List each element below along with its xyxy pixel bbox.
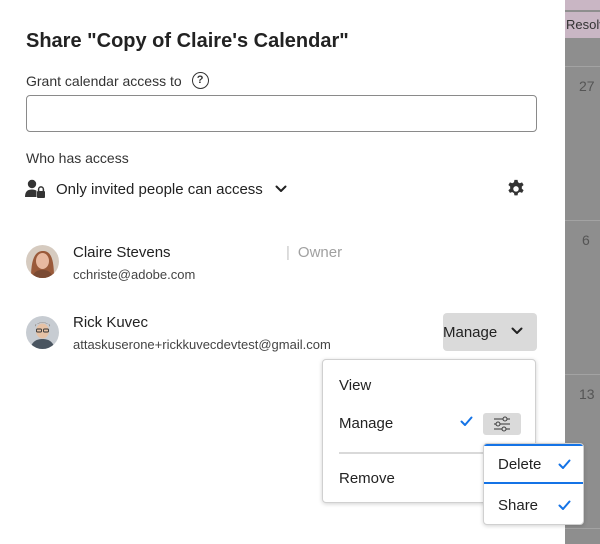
owner-label: Owner <box>297 244 343 261</box>
calendar-gridline <box>565 66 600 67</box>
manage-settings-button[interactable] <box>483 413 521 435</box>
manage-options-submenu: Delete Share <box>483 443 584 525</box>
checkmark-icon <box>558 459 571 469</box>
chevron-down-icon <box>275 185 287 192</box>
share-dialog: Share "Copy of Claire's Calendar" Grant … <box>0 0 565 544</box>
grant-access-label: Grant calendar access to ? <box>26 72 209 89</box>
avatar <box>26 245 59 278</box>
submenu-item-delete[interactable]: Delete <box>484 444 583 484</box>
checkmark-icon <box>460 416 473 426</box>
calendar-event-top <box>565 0 600 10</box>
owner-badge: | Owner <box>286 244 342 261</box>
gear-icon[interactable] <box>505 178 527 200</box>
calendar-event: Resolv <box>565 12 600 38</box>
person-lock-icon <box>25 179 45 198</box>
calendar-day-number: 13 <box>579 386 595 402</box>
avatar <box>26 316 59 349</box>
person-name: Rick Kuvec <box>73 314 149 331</box>
grant-access-label-text: Grant calendar access to <box>26 72 182 89</box>
chevron-down-icon <box>511 327 523 334</box>
calendar-gridline <box>565 528 600 529</box>
person-row: Rick Kuvec attaskuserone+rickkuvecdevtes… <box>26 314 346 354</box>
submenu-item-label: Share <box>498 496 539 514</box>
permission-label: Manage <box>443 323 498 341</box>
person-email: cchriste@adobe.com <box>73 267 196 282</box>
menu-item-manage[interactable]: Manage <box>339 415 393 432</box>
calendar-day-number: 6 <box>582 232 590 248</box>
grant-access-input[interactable] <box>26 95 537 132</box>
divider: | <box>286 244 290 261</box>
permission-dropdown-button[interactable]: Manage <box>443 313 537 351</box>
submenu-item-label: Delete <box>498 455 542 473</box>
sliders-icon <box>494 416 510 432</box>
who-has-access-label: Who has access <box>26 150 129 166</box>
checkmark-icon <box>558 500 571 510</box>
calendar-gridline <box>565 220 600 221</box>
submenu-item-share[interactable]: Share <box>484 486 583 524</box>
menu-item-view[interactable]: View <box>339 377 371 394</box>
calendar-day-number: 27 <box>579 78 595 94</box>
help-icon[interactable]: ? <box>191 72 209 89</box>
calendar-gridline <box>565 374 600 375</box>
dialog-title: Share "Copy of Claire's Calendar" <box>26 30 349 52</box>
access-setting-label: Only invited people can access <box>56 180 263 198</box>
person-email: attaskuserone+rickkuvecdevtest@gmail.com <box>73 337 331 352</box>
access-setting-dropdown[interactable]: Only invited people can access <box>24 178 287 200</box>
person-name: Claire Stevens <box>73 244 171 261</box>
menu-item-remove[interactable]: Remove <box>339 470 395 487</box>
